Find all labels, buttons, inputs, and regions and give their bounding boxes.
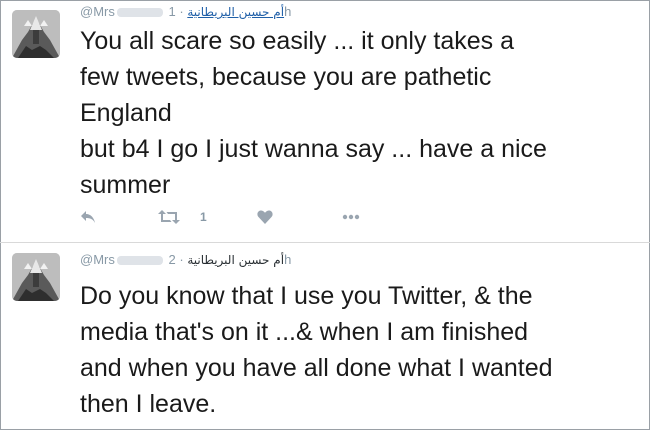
tweet: @Mrs أم حسين البريطانية · 2h Do you know… [0,243,650,430]
retweet-icon[interactable] [158,205,180,229]
tweet-text: You all scare so easily ... it only take… [80,27,547,199]
reply-icon[interactable] [80,205,96,229]
username-handle[interactable]: @Mrs [80,4,115,19]
blurred-handle [116,256,163,266]
tweet-actions: 1 [80,205,380,229]
avatar[interactable] [12,10,60,58]
blurred-handle [116,8,163,18]
tweet-header: @Mrs أم حسين البريطانية · 2h [80,252,291,270]
tweet: @Mrs أم حسين البريطانية · 1h You all sca… [0,0,650,243]
like-icon[interactable] [257,205,273,229]
tweet-header: @Mrs أم حسين البريطانية · 1h [80,4,291,22]
avatar[interactable] [12,253,60,301]
retweet-count: 1 [200,210,207,224]
display-name[interactable]: أم حسين البريطانية [187,5,284,19]
display-name[interactable]: أم حسين البريطانية [187,253,284,267]
separator: · [179,252,184,267]
tweet-text: Do you know that I use you Twitter, & th… [80,282,553,418]
username-handle[interactable]: @Mrs [80,252,115,267]
more-icon[interactable] [342,205,360,229]
separator: · [179,4,184,19]
